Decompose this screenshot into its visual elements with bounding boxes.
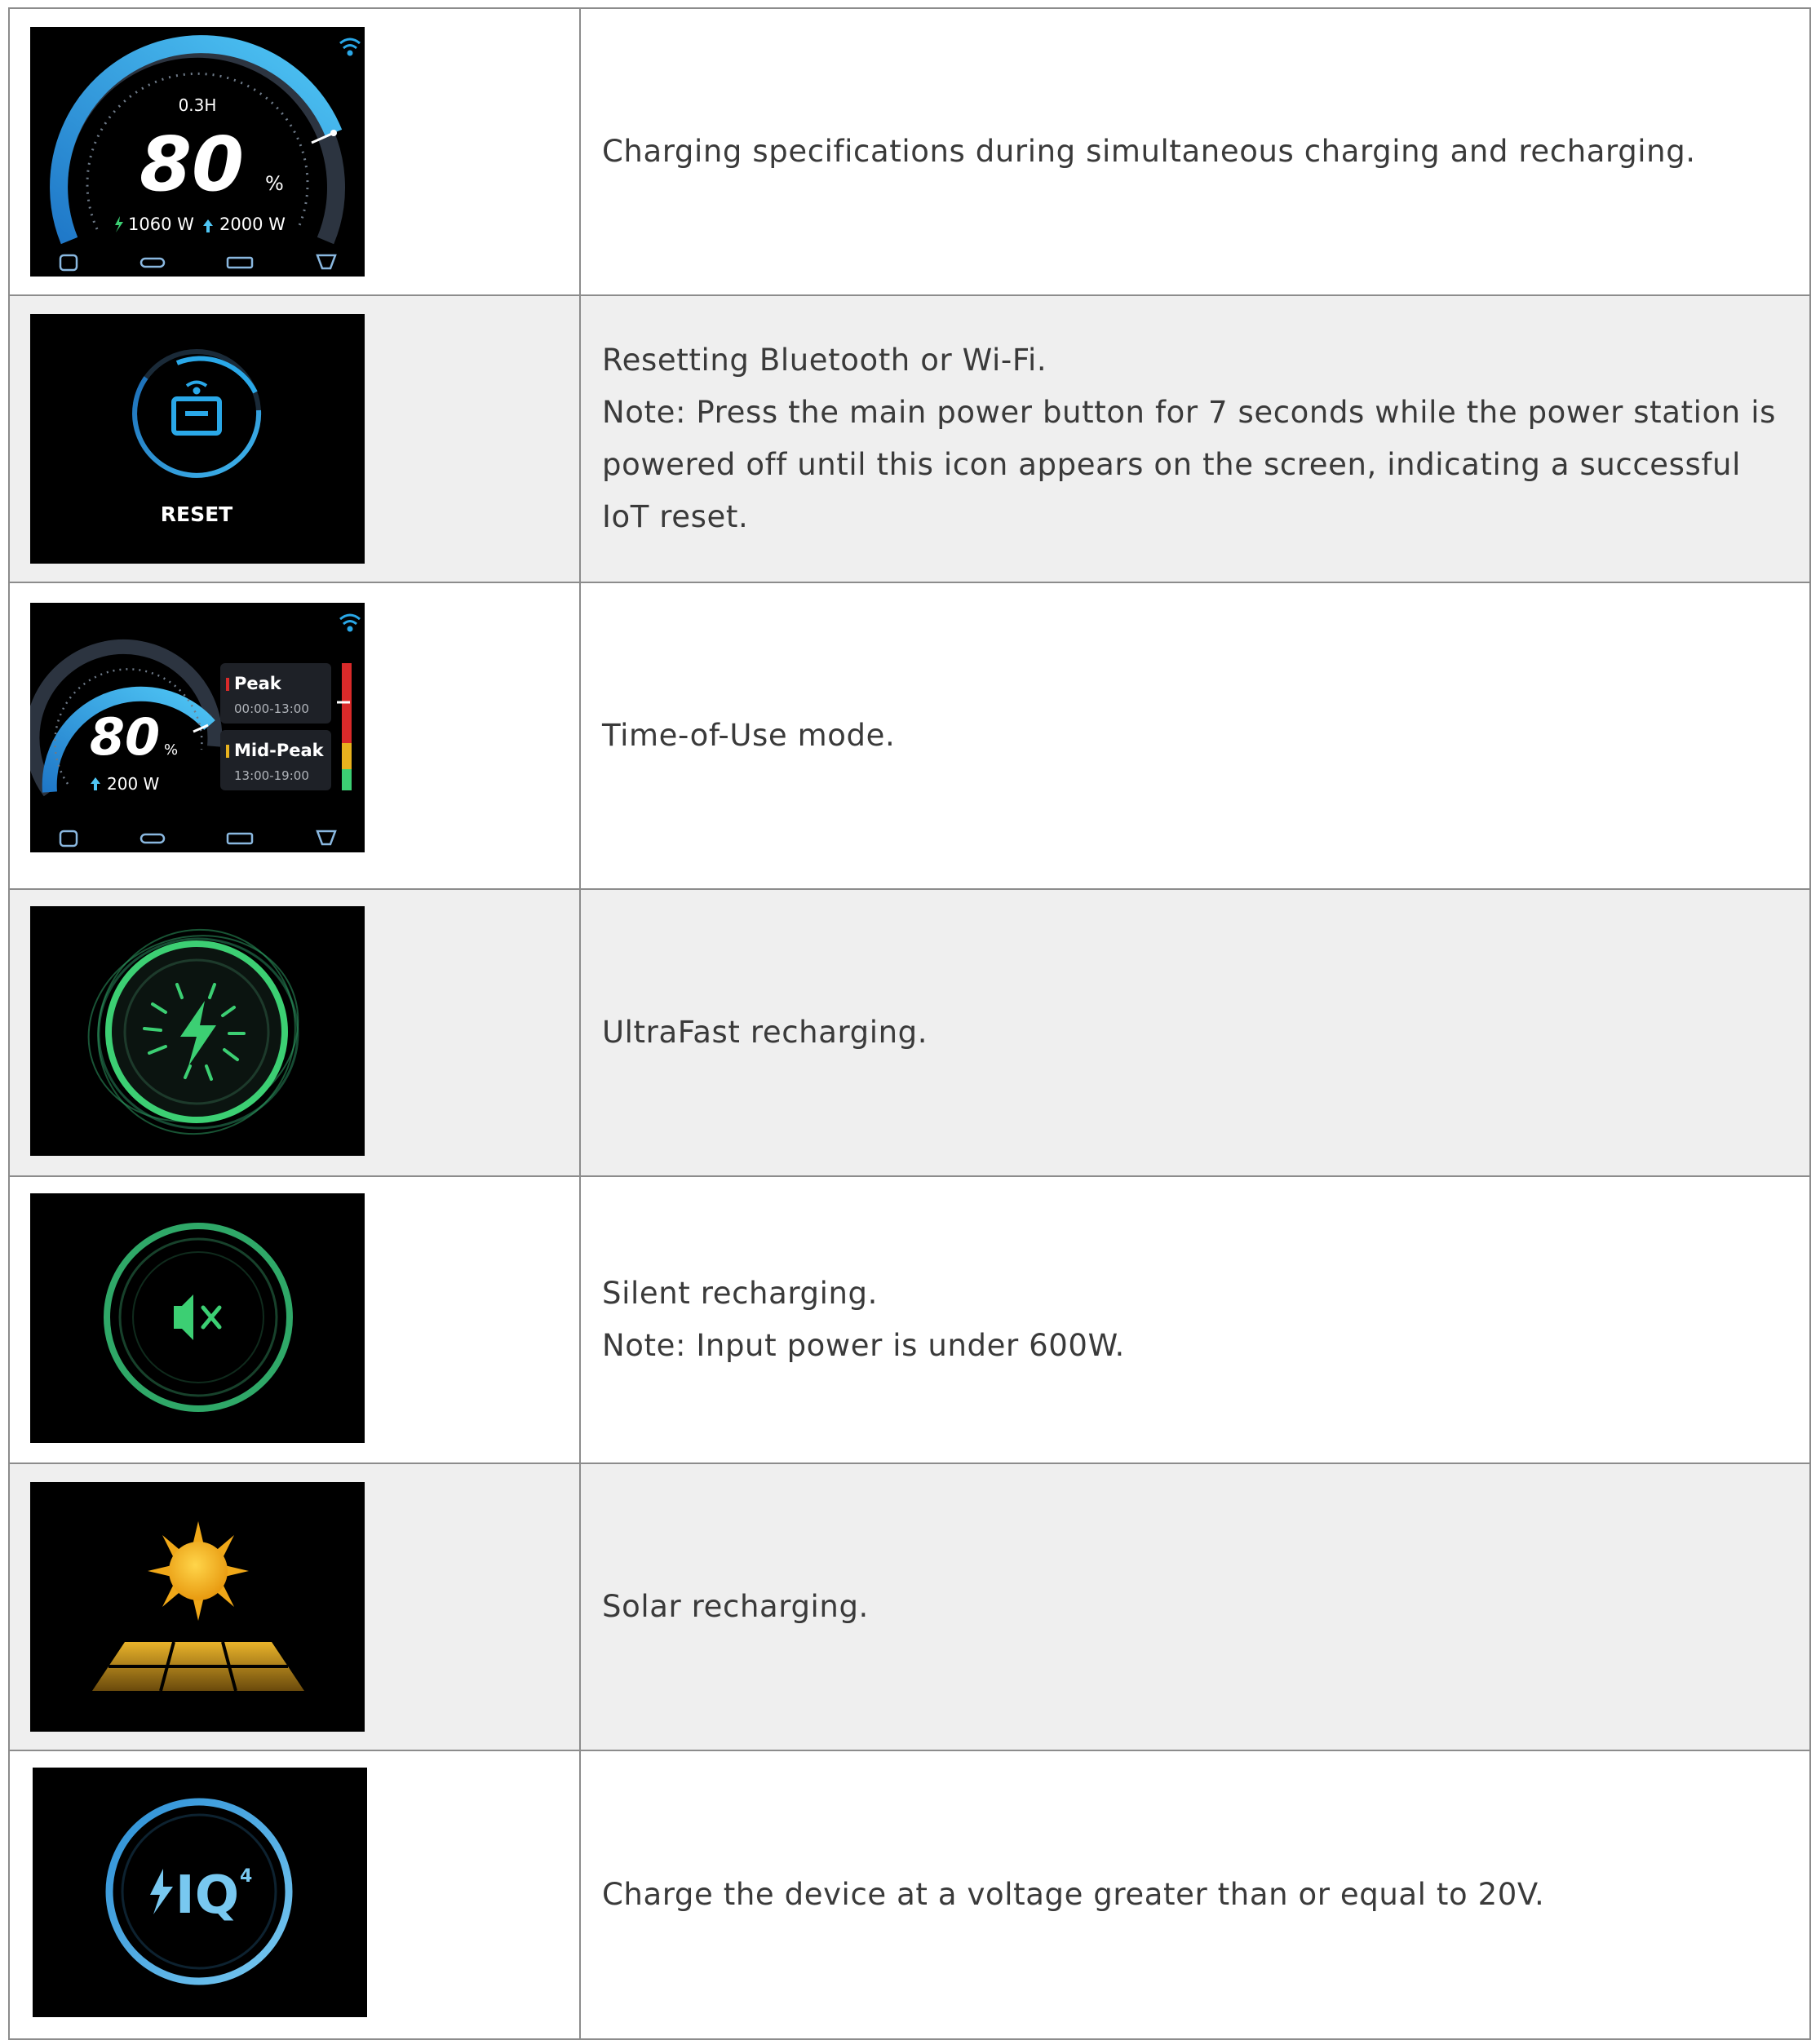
icon-cell: IQ 4 [8,1750,581,2040]
description-cell: Solar recharging. [579,1463,1811,1751]
screen-icon-table: 0.3H 80 % 1060 W 2000 W Charging specifi… [8,7,1811,2040]
iq-superscript: 4 [240,1866,252,1887]
icon-cell [8,888,581,1177]
solar-graphic [92,1521,304,1692]
description: Time-of-Use mode. [602,710,1777,762]
icon-cell: 0.3H 80 % 1060 W 2000 W [8,7,581,296]
description: Solar recharging. [602,1581,1777,1633]
sun-icon [148,1521,249,1621]
charging-gauge-screen: 0.3H 80 % 1060 W 2000 W [30,27,365,277]
battery-percent: 80 [90,707,160,767]
iq-label: IQ [175,1865,239,1926]
solar-panel-icon [92,1641,304,1692]
midpeak-label: Mid-Peak [234,741,325,760]
wifi-icon [339,38,361,56]
silent-graphic [104,1223,293,1412]
light-icon [316,254,337,270]
percent-unit: % [164,741,178,759]
table-row: RESET Resetting Bluetooth or Wi-Fi. Note… [8,294,1811,583]
icon-cell: 80 % 200 W Peak 00:00-13:00 Mid-Peak 13:… [8,582,581,890]
table-row: Silent recharging. Note: Input power is … [8,1175,1811,1464]
description-cell: Resetting Bluetooth or Wi-Fi. Note: Pres… [579,294,1811,583]
ac-outlet-icon [59,830,78,847]
iq4-graphic: IQ 4 [105,1798,293,1985]
wifi-icon [185,380,208,395]
usb-c-icon [139,833,166,844]
description-note: Note: Input power is under 600W. [602,1328,1125,1363]
usb-a-icon [226,832,254,845]
reset-graphic: RESET [132,349,262,526]
description-line: Charging specifications during simultane… [602,134,1696,169]
solar-recharging-screen [30,1482,365,1732]
reset-screen: RESET [30,314,365,564]
table-row: 80 % 200 W Peak 00:00-13:00 Mid-Peak 13:… [8,582,1811,890]
description-line: Solar recharging. [602,1589,869,1624]
battery-percent: 80 [139,121,244,208]
tariff-level-bar [337,663,352,790]
speaker-muted-icon [174,1294,193,1340]
description: Charging specifications during simultane… [602,126,1777,178]
description: Resetting Bluetooth or Wi-Fi. Note: Pres… [602,334,1777,543]
usb-a-icon [226,256,254,269]
input-bolt-icon [115,216,123,232]
input-power: 1060 W [128,215,194,234]
description: UltraFast recharging. [602,1007,1777,1059]
wifi-icon [339,613,361,632]
time-of-use-graphic: 80 % 200 W Peak 00:00-13:00 Mid-Peak 13:… [30,613,361,847]
peak-label: Peak [234,674,282,693]
output-power: 2000 W [219,215,286,234]
description-cell: Time-of-Use mode. [579,582,1811,890]
description-cell: UltraFast recharging. [579,888,1811,1177]
percent-unit: % [265,172,284,195]
description-line: UltraFast recharging. [602,1015,928,1050]
description-cell: Charging specifications during simultane… [579,7,1811,296]
peak-time: 00:00-13:00 [234,701,309,716]
time-of-use-screen: 80 % 200 W Peak 00:00-13:00 Mid-Peak 13:… [30,603,365,852]
reset-label: RESET [161,502,232,526]
output-power: 200 W [107,774,160,794]
output-arrow-icon [203,219,213,232]
silent-recharging-screen [30,1193,365,1443]
icon-cell [8,1463,581,1751]
description: Silent recharging. Note: Input power is … [602,1268,1777,1372]
ultrafast-recharging-screen [30,906,365,1156]
table-row: IQ 4 Charge the device at a voltage grea… [8,1750,1811,2040]
icon-cell: RESET [8,294,581,583]
ultrafast-graphic [87,928,299,1135]
icon-cell [8,1175,581,1464]
description-line: Charge the device at a voltage greater t… [602,1877,1545,1912]
description-line: Silent recharging. [602,1276,878,1311]
router-icon [171,396,222,436]
light-icon [316,830,337,846]
output-arrow-icon [91,777,100,790]
midpeak-time: 13:00-19:00 [234,768,309,783]
description-note: Note: Press the main power button for 7 … [602,395,1776,534]
iq4-screen: IQ 4 [33,1768,367,2017]
table-row: Solar recharging. [8,1463,1811,1751]
charging-gauge-graphic: 0.3H 80 % 1060 W 2000 W [50,35,361,272]
remaining-time: 0.3H [179,95,217,115]
usb-c-icon [139,257,166,268]
mute-x-icon [201,1305,222,1330]
description: Charge the device at a voltage greater t… [602,1869,1777,1921]
table-row: UltraFast recharging. [8,888,1811,1177]
description-line: Time-of-Use mode. [602,718,896,753]
description-cell: Silent recharging. Note: Input power is … [579,1175,1811,1464]
description-cell: Charge the device at a voltage greater t… [579,1750,1811,2040]
ac-outlet-icon [59,254,78,272]
description-line: Resetting Bluetooth or Wi-Fi. [602,343,1047,378]
table-row: 0.3H 80 % 1060 W 2000 W Charging specifi… [8,7,1811,296]
